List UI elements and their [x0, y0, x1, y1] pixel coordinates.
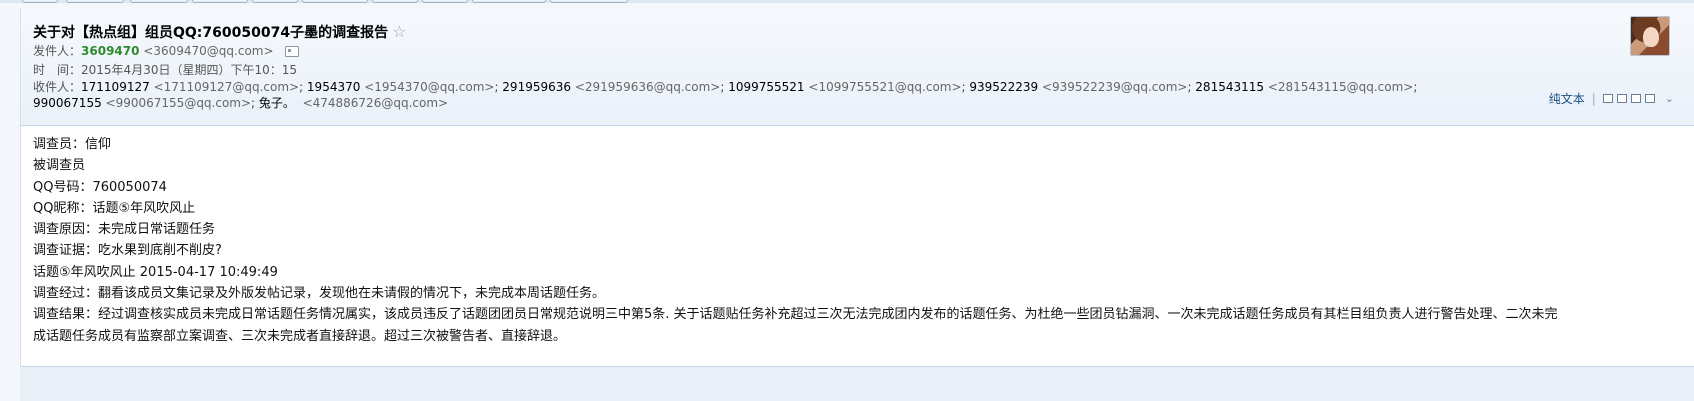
body-line: QQ号码：760050074	[33, 179, 167, 195]
toolbar-button-stub[interactable]	[66, 0, 124, 3]
recipient-name[interactable]: 281543115	[1195, 80, 1264, 94]
recipient-address: <474886726@qq.com>	[302, 96, 449, 110]
new-window-icon[interactable]	[1602, 94, 1613, 103]
body-line: QQ昵称：话题⑤年风吹风止	[33, 200, 196, 216]
recipient-address: <281543115@qq.com>	[1267, 80, 1414, 94]
recipient-name[interactable]: 1954370	[307, 80, 360, 94]
time-label: 时 间：	[33, 63, 82, 77]
recipient-address: <939522239@qq.com>	[1041, 80, 1188, 94]
sender-address: <3609470@qq.com>	[143, 44, 274, 58]
save-icon[interactable]	[1630, 94, 1641, 103]
sender-label: 发件人：	[33, 44, 82, 58]
sender-name[interactable]: 3609470	[81, 44, 139, 58]
toolbar-button-stub[interactable]	[302, 0, 368, 3]
toolbar-button-stub[interactable]	[130, 0, 188, 3]
recipient-address: <990067155@qq.com>	[105, 96, 252, 110]
toolbar-button-stub[interactable]	[252, 0, 298, 3]
copy-icon[interactable]	[1616, 94, 1627, 103]
body-line: 调查经过：翻看该成员文集记录及外版发帖记录，发现他在未请假的情况下，未完成本周话…	[33, 286, 606, 302]
toolbar-button-stub[interactable]	[472, 0, 546, 3]
avatar-face	[1643, 27, 1659, 47]
sender-avatar[interactable]	[1630, 16, 1670, 56]
body-line: 调查员：信仰	[33, 137, 112, 152]
contact-card-icon[interactable]	[285, 46, 300, 57]
body-line: 调查结果：经过调查核实成员未完成日常话题任务情况属实，该成员违反了话题团团员日常…	[33, 307, 1558, 344]
recipient-address: <1099755521@qq.com>	[808, 80, 962, 94]
recipient-address: <171109127@qq.com>	[153, 80, 300, 94]
mail-tools: 纯文本 | ⌄	[1548, 90, 1674, 107]
recipient-name[interactable]: 939522239	[969, 80, 1038, 94]
subject-text: 关于对【热点组】组员QQ:760050074子墨的调查报告	[33, 25, 389, 41]
recipient-address: <1954370@qq.com>	[364, 80, 495, 94]
recipients-row-2: 990067155 <990067155@qq.com>; 兔子。 <47488…	[33, 96, 449, 110]
mail-subject: 关于对【热点组】组员QQ:760050074子墨的调查报告 ☆	[33, 22, 406, 42]
body-line: 话题⑤年风吹风止 2015-04-17 10:49:49	[33, 264, 278, 280]
recipient-address: <291959636@qq.com>	[574, 80, 721, 94]
recipients-row-1: 收件人：171109127 <171109127@qq.com>; 195437…	[33, 80, 1418, 94]
body-line: 调查证据：吃水果到底削不削皮?	[33, 243, 222, 259]
mail-body: 调查员：信仰 被调查员 QQ号码：760050074 QQ昵称：话题⑤年风吹风止…	[20, 126, 1694, 366]
time-value: 2015年4月30日（星期四）下午10：15	[81, 63, 297, 77]
toolbar-button-stub[interactable]	[422, 0, 468, 3]
star-icon[interactable]: ☆	[392, 22, 406, 41]
recipient-name[interactable]: 兔子。	[259, 96, 295, 110]
recipient-name[interactable]: 291959636	[502, 80, 571, 94]
recipients-label: 收件人：	[33, 80, 82, 94]
recipient-name[interactable]: 990067155	[33, 96, 102, 110]
toolbar-button-stub[interactable]	[22, 0, 58, 3]
mail-body-text: 调查员：信仰 被调查员 QQ号码：760050074 QQ昵称：话题⑤年风吹风止…	[33, 134, 1563, 347]
recipient-name[interactable]: 1099755521	[728, 80, 804, 94]
sender-row: 发件人：3609470 <3609470@qq.com>	[33, 43, 300, 59]
expand-icon[interactable]: ⌄	[1665, 92, 1674, 105]
recipient-name[interactable]: 171109127	[81, 80, 150, 94]
mail-footer	[20, 366, 1694, 401]
plain-text-link[interactable]: 纯文本	[1549, 90, 1585, 107]
mail-header: 关于对【热点组】组员QQ:760050074子墨的调查报告 ☆ 发件人：36094…	[20, 8, 1694, 126]
toolbar-button-stub[interactable]	[192, 0, 248, 3]
toolbar-button-stub[interactable]	[372, 0, 418, 3]
body-line: 被调查员	[33, 158, 86, 174]
toolbar-button-stub[interactable]	[550, 0, 628, 3]
time-row: 时 间：2015年4月30日（星期四）下午10：15	[33, 62, 297, 78]
body-line: 调查原因：未完成日常话题任务	[33, 222, 216, 238]
print-icon[interactable]	[1644, 94, 1655, 103]
